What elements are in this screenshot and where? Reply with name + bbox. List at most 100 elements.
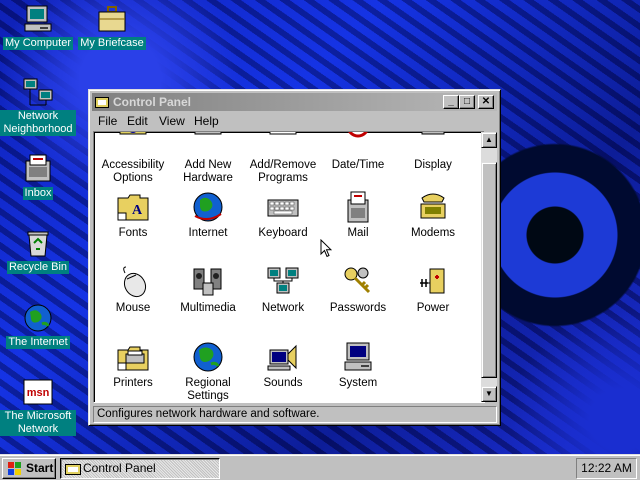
scroll-thumb[interactable] (481, 162, 497, 378)
briefcase-icon (98, 6, 126, 32)
globe-icon (193, 192, 223, 222)
globe-icon (193, 342, 223, 372)
cp-item-passwords[interactable]: Passwords (321, 265, 395, 315)
mouse-pointer-icon (320, 239, 332, 258)
system-icon (344, 342, 372, 371)
desktop-icon-label: Network Neighborhood (0, 110, 76, 136)
cp-item-label: Multimedia (180, 302, 236, 314)
desktop-icon-recycle-bin[interactable]: Recycle Bin (0, 227, 76, 274)
cp-item-display[interactable]: Display (396, 132, 470, 172)
cp-item-printers[interactable]: Printers (96, 340, 170, 390)
cp-item-network[interactable]: Network (246, 265, 320, 315)
control-panel-icon (65, 464, 81, 475)
vertical-scrollbar[interactable]: ▲ ▼ (481, 132, 497, 402)
cp-item-label: Date/Time (331, 159, 385, 171)
cp-item-label: Display (414, 159, 452, 171)
cp-item-label: Sounds (263, 377, 303, 389)
fonts-folder-icon: A (117, 194, 149, 221)
desktop-icon-the-microsoft-network[interactable]: msn The Microsoft Network (0, 376, 76, 436)
cp-item-label: Add/Remove Programs (249, 159, 317, 184)
control-panel-icon (95, 97, 109, 108)
scroll-up-button[interactable]: ▲ (481, 132, 497, 148)
minimize-button[interactable]: _ (443, 95, 459, 109)
menu-help[interactable]: Help (194, 114, 219, 128)
cp-item-add-new-hardware[interactable]: Add New Hardware (171, 132, 245, 185)
keys-icon (344, 267, 371, 294)
keyboard-icon (267, 199, 299, 217)
cp-item-accessibility[interactable]: Accessibility Options (96, 132, 170, 185)
desktop-icon-label: Recycle Bin (6, 261, 70, 274)
cp-item-label: Internet (188, 227, 228, 239)
modem-icon (420, 193, 446, 219)
menu-bar: File Edit View Help (93, 112, 496, 130)
start-label: Start (26, 461, 54, 475)
svg-text:A: A (132, 203, 143, 218)
menu-view[interactable]: View (159, 114, 185, 128)
network-neighborhood-icon (23, 78, 53, 106)
mail-icon (347, 191, 369, 223)
start-button[interactable]: Start (2, 458, 56, 479)
cp-item-label: Regional Settings (185, 377, 231, 402)
window-title: Control Panel (113, 95, 192, 109)
cp-item-system[interactable]: System (321, 340, 395, 390)
cp-item-label: Mail (347, 227, 369, 239)
desktop-icon-the-internet[interactable]: The Internet (0, 302, 76, 349)
desktop: My Computer My Briefcase Network Neighbo… (0, 0, 640, 454)
control-panel-window[interactable]: Control Panel _ □ ✕ File Edit View Help … (88, 89, 501, 426)
cp-item-mail[interactable]: Mail (321, 190, 395, 240)
cp-item-label: Accessibility Options (101, 159, 165, 184)
power-icon (420, 268, 445, 294)
desktop-icon-label: The Microsoft Network (0, 410, 76, 436)
cp-item-label: Keyboard (258, 227, 308, 239)
cp-item-internet[interactable]: Internet (171, 190, 245, 240)
cp-item-label: Power (416, 302, 450, 314)
desktop-icon-label: The Internet (6, 336, 70, 349)
cp-item-mouse[interactable]: Mouse (96, 265, 170, 315)
menu-edit[interactable]: Edit (127, 114, 148, 128)
cp-item-keyboard[interactable]: Keyboard (246, 190, 320, 240)
desktop-icon-my-computer[interactable]: My Computer (0, 3, 76, 50)
add-remove-programs-icon (269, 132, 297, 135)
scroll-down-button[interactable]: ▼ (481, 386, 497, 402)
system-tray-clock[interactable]: 12:22 AM (576, 458, 637, 479)
desktop-icon-network-neighborhood[interactable]: Network Neighborhood (0, 76, 76, 136)
cp-item-label: Network (261, 302, 305, 314)
desktop-icon-label: My Briefcase (78, 37, 146, 50)
cp-item-modems[interactable]: Modems (396, 190, 470, 240)
cp-item-add-remove-programs[interactable]: Add/Remove Programs (246, 132, 320, 185)
network-icon (267, 267, 299, 294)
mouse-icon (123, 266, 147, 298)
cp-item-label: Mouse (115, 302, 151, 314)
windows-logo-icon (8, 462, 21, 475)
internet-icon (24, 304, 52, 332)
cp-item-sounds[interactable]: Sounds (246, 340, 320, 390)
cp-item-date-time[interactable]: Date/Time (321, 132, 395, 172)
menu-file[interactable]: File (98, 114, 117, 128)
display-icon (421, 132, 445, 135)
desktop-icon-label: My Computer (2, 37, 74, 50)
cp-item-label: Fonts (118, 227, 148, 239)
desktop-icon-my-briefcase[interactable]: My Briefcase (74, 3, 150, 50)
close-button[interactable]: ✕ (478, 95, 494, 109)
cp-item-power[interactable]: Power (396, 265, 470, 315)
svg-text:msn: msn (27, 387, 50, 399)
accessibility-icon (119, 132, 147, 135)
cp-item-label: Passwords (329, 302, 387, 314)
inbox-icon (25, 154, 51, 182)
recycle-bin-icon (27, 231, 49, 257)
sounds-icon (267, 344, 297, 371)
cp-item-label: System (338, 377, 378, 389)
msn-icon: msn (23, 379, 53, 405)
cp-item-fonts[interactable]: A Fonts (96, 190, 170, 240)
cp-item-multimedia[interactable]: Multimedia (171, 265, 245, 315)
maximize-button[interactable]: □ (459, 95, 475, 109)
my-computer-icon (24, 5, 52, 32)
desktop-icon-inbox[interactable]: Inbox (0, 153, 76, 200)
taskbar-item-label: Control Panel (83, 461, 156, 475)
title-bar[interactable]: Control Panel _ □ ✕ (92, 93, 497, 111)
taskbar-item-control-panel[interactable]: Control Panel (60, 458, 220, 479)
control-panel-items: Accessibility Options Add New Hardware A… (93, 131, 485, 403)
cp-item-regional-settings[interactable]: Regional Settings (171, 340, 245, 402)
cp-item-label: Printers (113, 377, 153, 389)
status-bar: Configures network hardware and software… (93, 406, 497, 423)
